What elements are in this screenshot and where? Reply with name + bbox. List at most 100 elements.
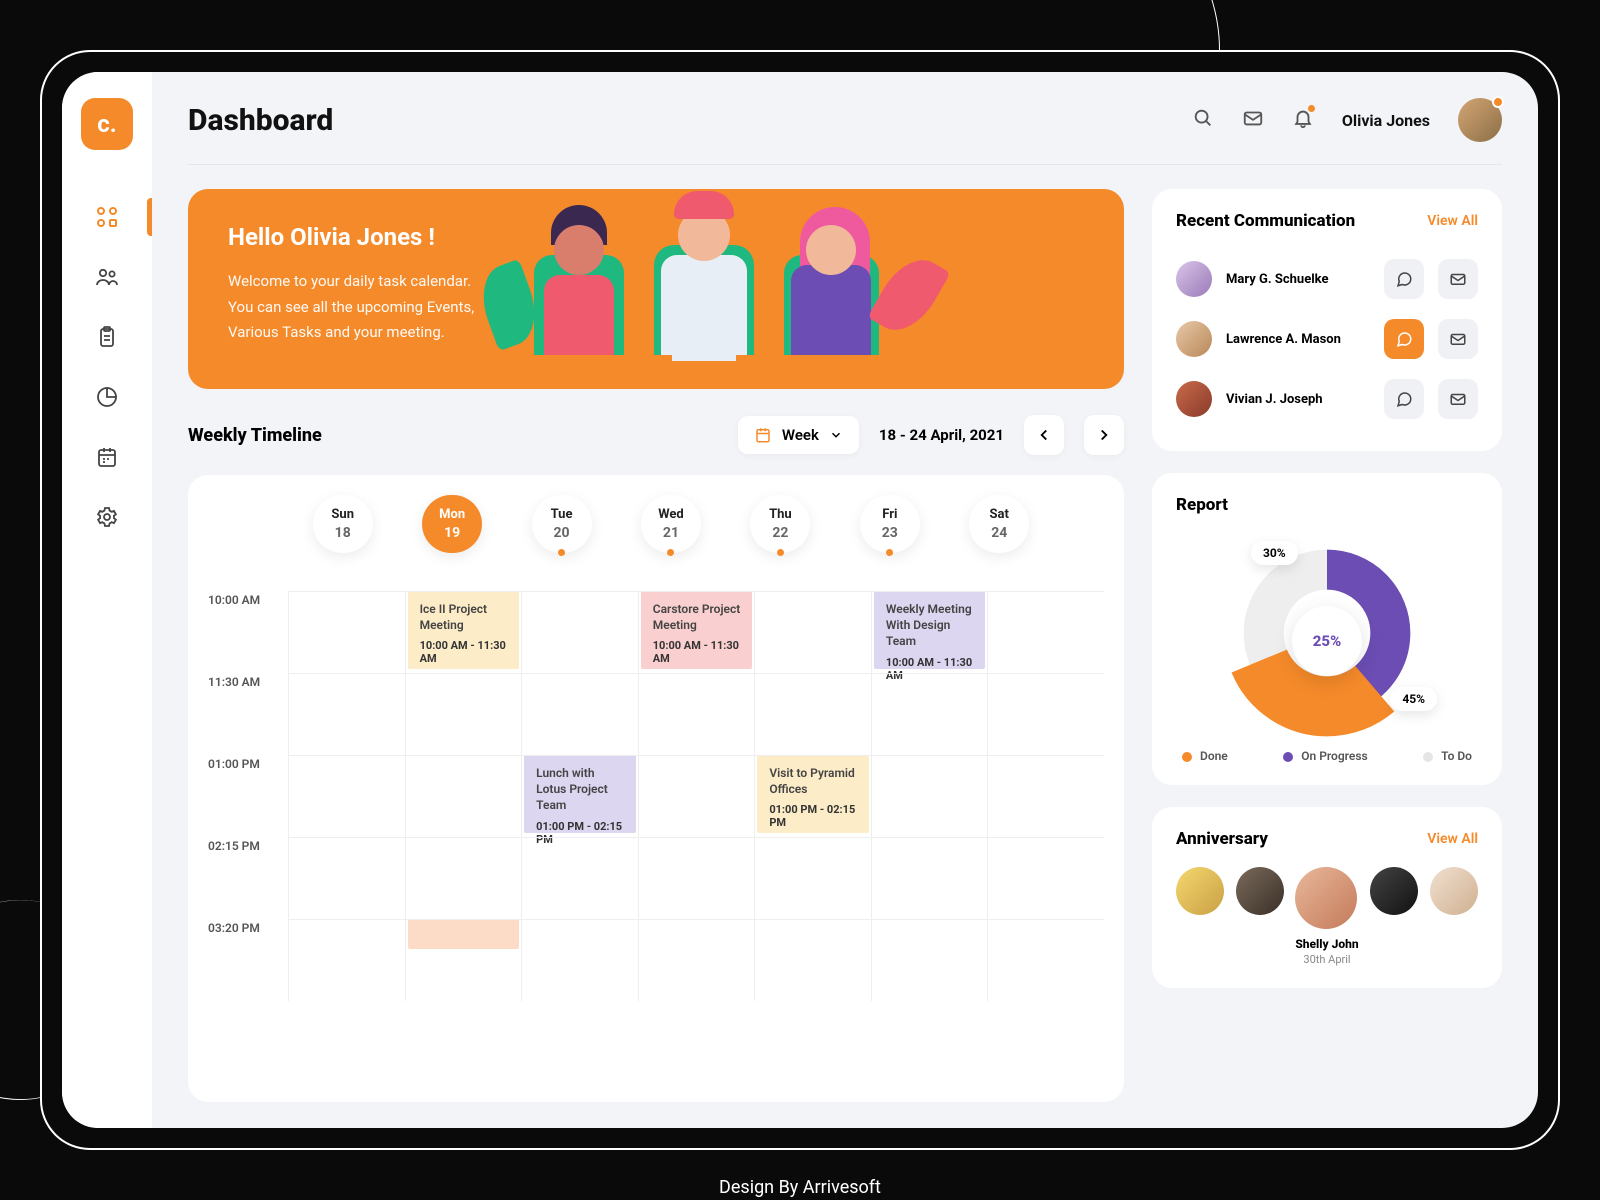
nav-tasks[interactable]: [92, 322, 122, 352]
next-week-button[interactable]: [1084, 415, 1124, 455]
topbar: Dashboard Olivia Jones: [188, 98, 1502, 165]
day-number: 21: [641, 525, 701, 541]
mail-button[interactable]: [1438, 379, 1478, 419]
day-number: 19: [422, 525, 482, 541]
app-screen: c. Dashboard: [62, 72, 1538, 1128]
chat-icon: [1395, 330, 1413, 348]
anniversary-person[interactable]: [1430, 867, 1478, 915]
day-column: Weekly Meeting With Design Team10:00 AM …: [871, 591, 988, 1001]
legend-done: Done: [1182, 749, 1228, 763]
calendar-event[interactable]: Visit to Pyramid Offices01:00 PM - 02:15…: [757, 755, 869, 833]
calendar-event[interactable]: Carstore Project Meeting10:00 AM - 11:30…: [641, 591, 753, 669]
report-title: Report: [1176, 495, 1228, 515]
right-column: Recent Communication View All Mary G. Sc…: [1152, 189, 1502, 1102]
day-pill[interactable]: Sun 18: [313, 495, 373, 553]
day-name: Mon: [422, 507, 482, 522]
day-pill[interactable]: Thu22: [750, 495, 810, 553]
nav-settings[interactable]: [92, 502, 122, 532]
anniversary-person-featured[interactable]: Shelly John 30th April: [1295, 867, 1358, 966]
event-time: 01:00 PM - 02:15 PM: [536, 820, 624, 846]
mail-icon: [1449, 330, 1467, 348]
brand-logo[interactable]: c.: [81, 98, 133, 150]
nav-reports[interactable]: [92, 382, 122, 412]
prev-week-button[interactable]: [1024, 415, 1064, 455]
day-column: [288, 591, 405, 1001]
chat-icon: [1395, 390, 1413, 408]
communication-row: Mary G. Schuelke: [1176, 249, 1478, 309]
contact-avatar[interactable]: [1176, 321, 1212, 357]
day-name: Sun: [313, 507, 373, 522]
anniversary-date: 30th April: [1295, 953, 1358, 966]
chevron-right-icon: [1095, 426, 1113, 444]
search-button[interactable]: [1192, 107, 1214, 133]
report-center-value: 25%: [1292, 606, 1362, 676]
mail-button[interactable]: [1438, 259, 1478, 299]
anniversary-title: Anniversary: [1176, 829, 1268, 849]
day-pill[interactable]: Sat24: [969, 495, 1029, 553]
day-number: 18: [313, 525, 373, 541]
calendar-event[interactable]: Weekly Meeting With Design Team10:00 AM …: [874, 591, 986, 669]
anniversary-person[interactable]: [1370, 867, 1418, 915]
bell-icon: [1292, 107, 1314, 129]
nav-calendar[interactable]: [92, 442, 122, 472]
day-pill[interactable]: Tue20: [532, 495, 592, 553]
contact-avatar[interactable]: [1176, 261, 1212, 297]
day-column: Lunch with Lotus Project Team01:00 PM - …: [521, 591, 638, 1001]
event-title: Visit to Pyramid Offices: [769, 765, 857, 797]
mail-button[interactable]: [1242, 107, 1264, 133]
event-dot: [777, 549, 784, 556]
report-card: Report 25% 30% 45% Done On Progress: [1152, 473, 1502, 785]
contact-name: Lawrence A. Mason: [1226, 332, 1370, 347]
calendar-event[interactable]: Ice II Project Meeting10:00 AM - 11:30 A…: [408, 591, 520, 669]
event-time: 10:00 AM - 11:30 AM: [653, 639, 741, 665]
chat-button[interactable]: [1384, 379, 1424, 419]
notifications-button[interactable]: [1292, 107, 1314, 133]
day-column: Visit to Pyramid Offices01:00 PM - 02:15…: [754, 591, 871, 1001]
calendar-event[interactable]: Lunch with Lotus Project Team01:00 PM - …: [524, 755, 636, 833]
contact-avatar[interactable]: [1176, 381, 1212, 417]
event-time: 10:00 AM - 11:30 AM: [886, 656, 974, 682]
calendar-icon: [95, 445, 119, 469]
communication-title: Recent Communication: [1176, 211, 1355, 231]
tablet-frame: c. Dashboard: [40, 50, 1560, 1150]
mail-button[interactable]: [1438, 319, 1478, 359]
chat-button[interactable]: [1384, 259, 1424, 299]
nav-dashboard[interactable]: [92, 202, 122, 232]
day-pill[interactable]: Fri23: [860, 495, 920, 553]
mail-icon: [1449, 390, 1467, 408]
event-time: 10:00 AM - 11:30 AM: [420, 639, 508, 665]
hero-text: Hello Olivia Jones ! Welcome to your dai…: [228, 223, 474, 355]
anniversary-viewall[interactable]: View All: [1427, 831, 1478, 847]
hero-description: Welcome to your daily task calendar. You…: [228, 269, 474, 346]
nav-people[interactable]: [92, 262, 122, 292]
clipboard-icon: [95, 325, 119, 349]
anniversary-person[interactable]: [1236, 867, 1284, 915]
day-number: 22: [750, 525, 810, 541]
timeline-title: Weekly Timeline: [188, 425, 322, 446]
legend-todo: To Do: [1423, 749, 1472, 763]
anniversary-card: Anniversary View All Shelly John 30th Ap…: [1152, 807, 1502, 988]
content-body: Hello Olivia Jones ! Welcome to your dai…: [188, 189, 1502, 1102]
time-label: 11:30 AM: [208, 673, 288, 755]
anniversary-person[interactable]: [1176, 867, 1224, 915]
day-column: Carstore Project Meeting10:00 AM - 11:30…: [638, 591, 755, 1001]
day-column: Ice II Project Meeting10:00 AM - 11:30 A…: [405, 591, 522, 1001]
report-legend: Done On Progress To Do: [1176, 749, 1478, 763]
report-tag-progress: 45%: [1390, 687, 1437, 711]
status-dot: [1492, 96, 1504, 108]
communication-viewall[interactable]: View All: [1427, 213, 1478, 229]
calendar-event[interactable]: [408, 919, 520, 949]
date-range: 18 - 24 April, 2021: [879, 426, 1004, 444]
day-pill[interactable]: Mon 19: [422, 495, 482, 553]
grid-icon: [95, 205, 119, 229]
sidebar: c.: [62, 72, 152, 1128]
user-avatar[interactable]: [1458, 98, 1502, 142]
communication-list: Mary G. SchuelkeLawrence A. MasonVivian …: [1176, 249, 1478, 429]
event-dot: [558, 549, 565, 556]
chevron-left-icon: [1035, 426, 1053, 444]
time-labels: 10:00 AM11:30 AM01:00 PM02:15 PM03:20 PM: [208, 591, 288, 1001]
day-pill[interactable]: Wed21: [641, 495, 701, 553]
chat-button[interactable]: [1384, 319, 1424, 359]
day-number: 20: [532, 525, 592, 541]
view-mode-select[interactable]: Week: [738, 416, 859, 454]
